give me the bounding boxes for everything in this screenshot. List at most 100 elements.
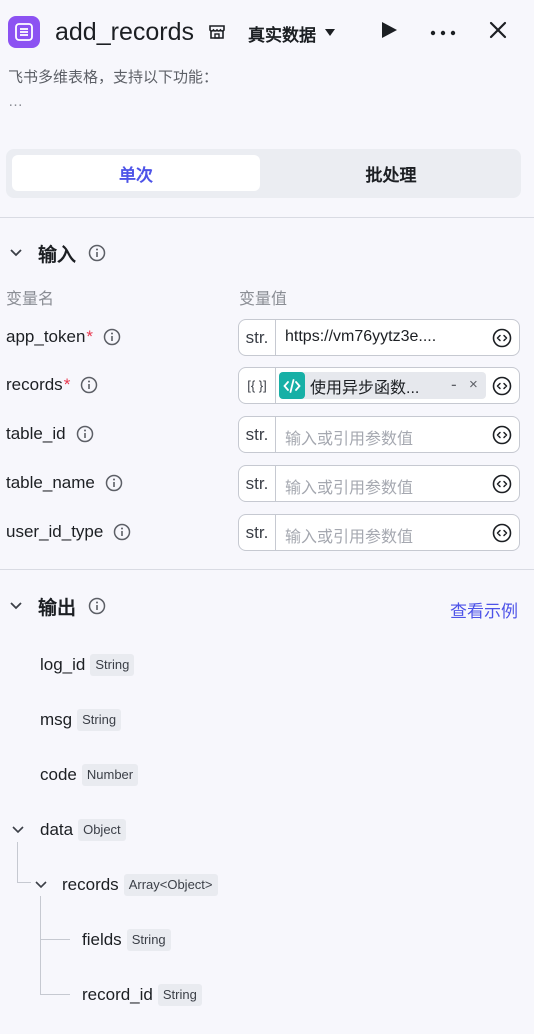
more-icon — [430, 23, 456, 41]
type-tag[interactable]: str. — [239, 466, 276, 501]
chevron-down-icon[interactable] — [8, 245, 24, 261]
description-more[interactable]: … — [8, 92, 23, 112]
tree-line — [17, 882, 31, 883]
tree-line — [40, 939, 70, 940]
mode-tabs: 单次 批处理 — [6, 149, 521, 198]
required-mark: * — [86, 327, 94, 346]
tab-batch[interactable]: 批处理 — [267, 155, 515, 191]
env-select-label: 真实数据 — [248, 25, 316, 45]
store-icon[interactable] — [207, 22, 227, 42]
param-name: table_name — [6, 473, 95, 492]
close-icon — [488, 20, 508, 45]
output-field-code: code Number — [40, 762, 139, 788]
info-icon[interactable] — [88, 244, 106, 262]
info-icon[interactable] — [113, 523, 131, 541]
close-button[interactable] — [484, 18, 512, 46]
records-input[interactable]: [{ }] 使用异步函数... - × — [238, 367, 520, 404]
code-icon — [279, 372, 305, 399]
field-name: log_id — [40, 655, 86, 674]
input-placeholder[interactable]: 输入或引用参数值 — [285, 425, 481, 449]
divider — [0, 569, 534, 570]
col-header-value: 变量值 — [239, 291, 288, 308]
output-field-record-id: record_id String — [82, 982, 202, 1008]
field-type-badge: Object — [78, 819, 126, 841]
tree-line — [40, 994, 70, 995]
param-name: app_token — [6, 327, 86, 346]
param-row-table-name: table_name str. 输入或引用参数值 — [0, 465, 534, 502]
more-button[interactable] — [429, 18, 457, 46]
chip-label: 使用异步函数... — [310, 379, 420, 397]
app-token-input[interactable]: str. https://vm76yytz3e.... — [238, 319, 520, 356]
field-type-badge: String — [157, 984, 202, 1006]
param-row-app-token: app_token * str. https://vm76yytz3e.... — [0, 319, 534, 356]
output-field-msg: msg String — [40, 707, 122, 733]
field-type-badge: String — [90, 654, 135, 676]
chip-dash: - — [451, 375, 457, 394]
chip-close-icon[interactable]: × — [469, 376, 478, 393]
node-title[interactable]: add_records — [55, 16, 194, 48]
field-name: record_id — [82, 985, 153, 1004]
param-name: records — [6, 375, 63, 394]
param-row-user-id-type: user_id_type str. 输入或引用参数值 — [0, 514, 534, 551]
reference-variable-icon[interactable] — [492, 328, 512, 348]
field-name: data — [40, 820, 74, 839]
param-label: table_name — [6, 473, 123, 493]
reference-variable-icon[interactable] — [492, 523, 512, 543]
input-section-header[interactable]: 输入 — [0, 238, 534, 268]
output-field-data: data Object — [40, 817, 126, 843]
divider — [0, 217, 534, 218]
param-row-table-id: table_id str. 输入或引用参数值 — [0, 416, 534, 453]
param-label: user_id_type — [6, 522, 131, 542]
field-type-badge: String — [126, 929, 171, 951]
input-value[interactable]: https://vm76yytz3e.... — [285, 328, 481, 346]
input-placeholder[interactable]: 输入或引用参数值 — [285, 523, 481, 547]
play-icon — [380, 20, 398, 45]
info-icon[interactable] — [105, 474, 123, 492]
info-icon[interactable] — [76, 425, 94, 443]
reference-variable-icon[interactable] — [492, 376, 512, 396]
view-example-link[interactable]: 查看示例 — [450, 597, 518, 622]
field-name: code — [40, 765, 77, 784]
type-tag[interactable]: str. — [239, 320, 276, 355]
tree-line — [17, 842, 18, 882]
table-name-input[interactable]: str. 输入或引用参数值 — [238, 465, 520, 502]
chevron-down-icon[interactable] — [8, 598, 24, 614]
env-select[interactable]: 真实数据 — [248, 20, 336, 46]
output-field-records: records Array<Object> — [62, 872, 218, 898]
required-mark: * — [63, 375, 71, 394]
reference-variable-icon[interactable] — [492, 425, 512, 445]
node-description: 飞书多维表格，支持以下功能： — [8, 69, 219, 86]
col-header-name: 变量名 — [6, 291, 55, 308]
param-label: records * — [6, 375, 98, 395]
tree-line — [40, 896, 41, 994]
info-icon[interactable] — [88, 597, 106, 615]
field-type-badge: Array<Object> — [123, 874, 218, 896]
list-icon — [8, 16, 40, 48]
user-id-type-input[interactable]: str. 输入或引用参数值 — [238, 514, 520, 551]
output-field-log-id: log_id String — [40, 652, 135, 678]
type-tag[interactable]: str. — [239, 515, 276, 550]
reference-variable-icon[interactable] — [492, 474, 512, 494]
field-type-badge: Number — [81, 764, 139, 786]
param-label: table_id — [6, 424, 94, 444]
table-id-input[interactable]: str. 输入或引用参数值 — [238, 416, 520, 453]
param-row-records: records * [{ }] 使用异步函数... - × — [0, 367, 534, 404]
caret-down-icon — [324, 23, 336, 43]
field-name: fields — [82, 930, 122, 949]
param-name: user_id_type — [6, 522, 104, 541]
output-section-title: 输出 — [38, 597, 77, 619]
input-section-title: 输入 — [38, 244, 77, 266]
type-tag[interactable]: str. — [239, 417, 276, 452]
chevron-down-icon[interactable] — [33, 877, 49, 898]
variable-ref-chip[interactable]: 使用异步函数... - × — [279, 372, 486, 399]
output-field-fields: fields String — [82, 927, 171, 953]
param-label: app_token * — [6, 327, 121, 347]
info-icon[interactable] — [80, 376, 98, 394]
type-tag[interactable]: [{ }] — [239, 368, 276, 403]
chevron-down-icon[interactable] — [10, 822, 26, 843]
info-icon[interactable] — [103, 328, 121, 346]
tab-single[interactable]: 单次 — [12, 155, 260, 191]
run-button[interactable] — [375, 18, 403, 46]
field-name: records — [62, 875, 119, 894]
input-placeholder[interactable]: 输入或引用参数值 — [285, 474, 481, 498]
